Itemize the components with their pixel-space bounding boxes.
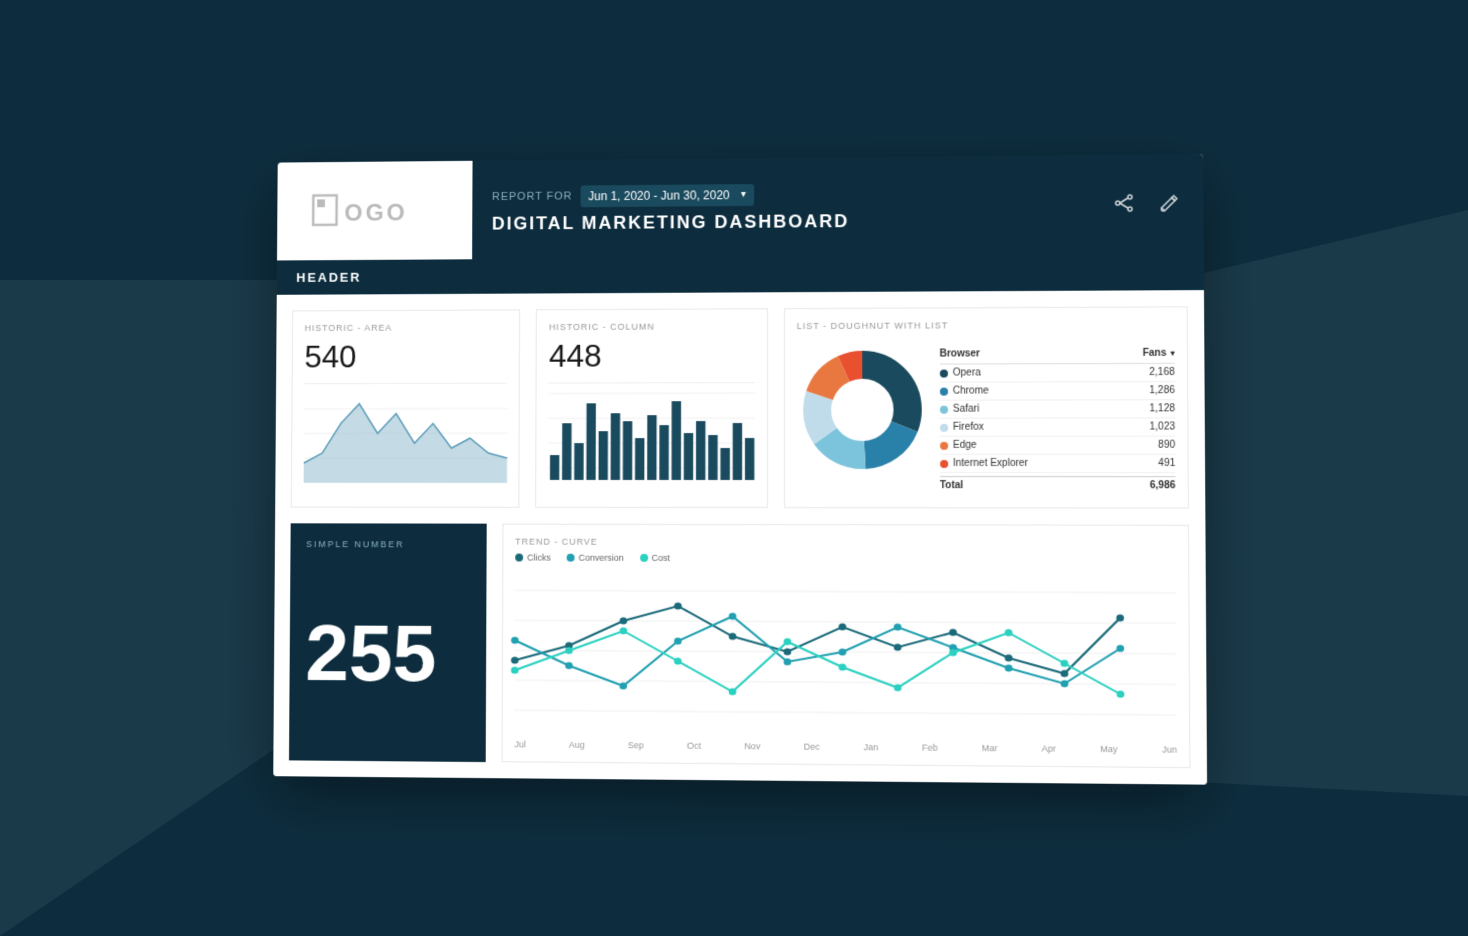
column-chart-svg (548, 383, 754, 483)
total-row: Total 6,986 (940, 476, 1176, 494)
x-label: Mar (982, 743, 998, 753)
area-chart-svg (304, 384, 508, 483)
total-label: Total (940, 480, 963, 491)
browser-dot (940, 369, 948, 377)
doughnut-content: Browser Fans ▾ Opera 2,168 (797, 344, 1176, 495)
logo-area: OGO (277, 161, 473, 261)
browser-dot (940, 441, 948, 449)
x-label: Aug (569, 740, 585, 750)
area-chart-container (304, 384, 508, 483)
trend-legend: Clicks Conversion Cost (515, 553, 1176, 565)
browser-dot (940, 423, 948, 431)
trend-title: TREND - CURVE (515, 537, 1176, 548)
cost-legend-dot (640, 554, 648, 562)
cost-label: Cost (652, 553, 670, 563)
x-label: Jun (1162, 744, 1177, 754)
browser-value: 1,023 (1149, 421, 1175, 432)
column-chart-container (548, 383, 754, 483)
charts-row: HISTORIC - AREA 540 (275, 290, 1205, 525)
doughnut-title: LIST - DOUGHNUT WITH LIST (797, 319, 1175, 331)
section-header-label: HEADER (296, 270, 361, 285)
trend-chart-svg (515, 570, 1177, 735)
clicks-legend-dot (515, 554, 523, 562)
simple-number-card: SIMPLE NUMBER 255 (289, 523, 487, 762)
table-row: Internet Explorer 491 (940, 455, 1176, 473)
total-value: 6,986 (1150, 480, 1176, 491)
doughnut-card: LIST - DOUGHNUT WITH LIST (784, 306, 1189, 508)
dashboard-title: DIGITAL MARKETING DASHBOARD (492, 209, 1069, 234)
edit-button[interactable] (1154, 188, 1183, 221)
simple-number-value: 255 (305, 561, 471, 746)
conversion-legend-dot (567, 554, 575, 562)
x-axis-labels: Jul Aug Sep Oct Nov Dec Jan Feb Mar Apr … (514, 735, 1177, 754)
x-label: Jul (514, 739, 525, 749)
doughnut-chart-wrap (797, 345, 928, 475)
browser-value: 890 (1158, 440, 1175, 451)
doughnut-table: Browser Fans ▾ Opera 2,168 (940, 344, 1176, 495)
trend-chart-container: Jul Aug Sep Oct Nov Dec Jan Feb Mar Apr … (514, 570, 1177, 754)
table-row: Firefox 1,023 (940, 418, 1175, 436)
browser-name: Edge (940, 440, 977, 451)
x-label: Feb (922, 743, 938, 753)
x-label: Dec (804, 742, 820, 752)
simple-number-title: SIMPLE NUMBER (306, 539, 471, 549)
browser-name: Safari (940, 404, 980, 415)
x-label: Oct (687, 741, 701, 751)
legend-cost: Cost (640, 553, 670, 563)
legend-conversion: Conversion (567, 553, 624, 563)
section-header: HEADER (277, 255, 1204, 295)
x-label: Apr (1042, 743, 1056, 753)
doughnut-svg (797, 345, 928, 475)
dashboard-card: OGO REPORT FOR Jun 1, 2020 - Jun 30, 202… (273, 154, 1207, 784)
browser-dot (940, 405, 948, 413)
share-icon (1114, 192, 1134, 212)
sort-arrow[interactable]: ▾ (1171, 349, 1175, 358)
table-row: Opera 2,168 (940, 364, 1175, 383)
doughnut-table-header: Browser Fans ▾ (940, 344, 1175, 365)
conversion-label: Conversion (579, 553, 624, 563)
table-row: Edge 890 (940, 437, 1175, 455)
page-wrapper: OGO REPORT FOR Jun 1, 2020 - Jun 30, 202… (0, 0, 1468, 936)
fans-col-header: Fans ▾ (1143, 348, 1175, 359)
browser-value: 1,286 (1149, 385, 1175, 396)
browser-dot (940, 459, 948, 467)
browser-col-header: Browser (940, 348, 980, 359)
table-row: Safari 1,128 (940, 400, 1175, 419)
historic-column-title: HISTORIC - COLUMN (549, 321, 755, 332)
browser-dot (940, 387, 948, 395)
clicks-label: Clicks (527, 553, 551, 563)
date-select-wrapper[interactable]: Jun 1, 2020 - Jun 30, 2020 (580, 184, 754, 207)
historic-column-card: HISTORIC - COLUMN 448 (536, 308, 768, 508)
header-actions (1089, 154, 1204, 255)
browser-value: 2,168 (1149, 367, 1175, 378)
logo: OGO (311, 191, 438, 231)
historic-area-value: 540 (304, 338, 507, 375)
header-bar: OGO REPORT FOR Jun 1, 2020 - Jun 30, 202… (277, 154, 1204, 260)
trend-card: TREND - CURVE Clicks Conversion Cost (502, 524, 1191, 769)
browser-name: Firefox (940, 422, 984, 433)
date-range-select[interactable]: Jun 1, 2020 - Jun 30, 2020 (580, 184, 754, 207)
edit-icon (1158, 192, 1179, 212)
report-for-label: REPORT FOR (492, 190, 572, 202)
report-for-row: REPORT FOR Jun 1, 2020 - Jun 30, 2020 (492, 181, 1069, 207)
logo-svg: OGO (311, 191, 438, 231)
share-button[interactable] (1110, 188, 1139, 221)
x-label: May (1100, 744, 1117, 754)
browser-value: 491 (1158, 458, 1175, 469)
svg-text:OGO: OGO (344, 199, 408, 226)
historic-area-title: HISTORIC - AREA (305, 322, 508, 333)
x-label: Jan (864, 742, 879, 752)
header-content: REPORT FOR Jun 1, 2020 - Jun 30, 2020 DI… (472, 155, 1089, 259)
table-row: Chrome 1,286 (940, 382, 1175, 401)
browser-value: 1,128 (1149, 403, 1175, 414)
bottom-row: SIMPLE NUMBER 255 TREND - CURVE Clicks C… (273, 523, 1207, 784)
browser-name: Internet Explorer (940, 458, 1028, 469)
browser-name: Opera (940, 367, 981, 378)
x-label: Nov (744, 741, 760, 751)
x-label: Sep (628, 740, 644, 750)
historic-column-value: 448 (549, 337, 755, 374)
browser-name: Chrome (940, 386, 989, 397)
legend-clicks: Clicks (515, 553, 551, 563)
historic-area-card: HISTORIC - AREA 540 (291, 309, 521, 507)
